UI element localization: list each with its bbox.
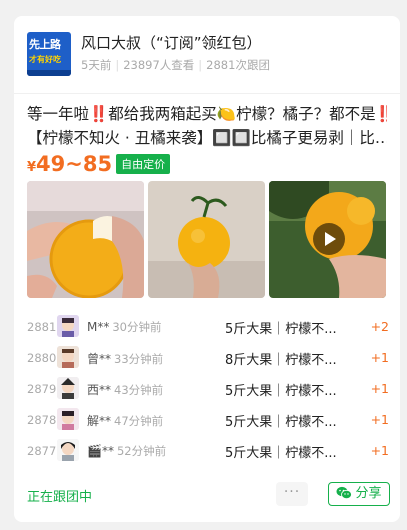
order-product: 5斤大果｜柠檬不... [225, 446, 337, 461]
order-time: 30分钟前 [112, 320, 162, 334]
user-name: 曾** [87, 352, 112, 366]
price-row: ¥49~85 自由定价 [27, 152, 171, 178]
user-name: 西** [87, 383, 112, 397]
product-image-1[interactable] [27, 181, 144, 298]
more-button[interactable]: ··· [276, 482, 308, 506]
post-title[interactable]: 等一年啦‼️都给我两箱起买🍋柠檬？橘子？都不是‼️ 【柠檬不知火 · 丑橘来袭】… [27, 102, 387, 150]
order-quantity: +1 [370, 412, 389, 427]
post-time: 5天前 [81, 58, 112, 72]
order-list: 2881 M** 30分钟前 5斤大果｜柠檬不... +2 2880 曾** 33分… [27, 313, 389, 468]
order-row[interactable]: 2879 西** 43分钟前 5斤大果｜柠檬不... +1 [27, 375, 389, 406]
order-quantity: +2 [370, 319, 389, 334]
price-range: 49~85 [36, 152, 113, 176]
order-quantity: +1 [370, 443, 389, 458]
order-row[interactable]: 2878 解** 47分钟前 5斤大果｜柠檬不... +1 [27, 406, 389, 437]
order-row[interactable]: 2881 M** 30分钟前 5斤大果｜柠檬不... +2 [27, 313, 389, 344]
order-time: 33分钟前 [114, 352, 164, 366]
order-number: 2878 [27, 413, 57, 427]
avatar-text-top: 先上路 [29, 38, 61, 51]
order-number: 2877 [27, 444, 57, 458]
order-time: 52分钟前 [116, 444, 167, 458]
order-row[interactable]: 2880 曾** 33分钟前 8斤大果｜柠檬不... +1 [27, 344, 389, 375]
author-avatar[interactable]: 先上路 才有好吃 [27, 32, 71, 76]
post-header: 先上路 才有好吃 风口大叔（“订阅”领红包） 5天前 | 23897人查看 | 2881… [27, 32, 390, 80]
author-name[interactable]: 风口大叔（“订阅”领红包） [81, 32, 262, 53]
order-product: 8斤大果｜柠檬不... [225, 353, 337, 368]
title-line-2: 【柠檬不知火 · 丑橘来袭】🔲🔲比橘子更易剥｜比… [27, 129, 387, 147]
follow-count: 2881次跟团 [206, 58, 270, 72]
avatar-text-bottom: 才有好吃 [29, 55, 61, 64]
order-time: 43分钟前 [114, 383, 164, 397]
title-line-1: 等一年啦‼️都给我两箱起买🍋柠檬？橘子？都不是‼️ [27, 105, 387, 123]
price-symbol: ¥ [27, 160, 37, 175]
product-image-2[interactable] [148, 181, 265, 298]
product-images [27, 181, 387, 298]
card-footer: 正在跟团中 ··· 分享 [27, 482, 390, 510]
share-label: 分享 [355, 486, 382, 501]
post-meta: 5天前 | 23897人查看 | 2881次跟团 [81, 58, 270, 72]
user-avatar [57, 377, 79, 399]
user-avatar [57, 439, 79, 461]
avatar-stripe [27, 70, 71, 76]
group-status: 正在跟团中 [27, 490, 93, 505]
share-button[interactable]: 分享 [328, 482, 390, 506]
view-count: 23897人查看 [123, 58, 195, 72]
order-quantity: +1 [370, 381, 389, 396]
wechat-icon [336, 486, 353, 500]
order-product: 5斤大果｜柠檬不... [225, 415, 337, 430]
order-product: 5斤大果｜柠檬不... [225, 322, 337, 337]
user-avatar [57, 408, 79, 430]
order-time: 47分钟前 [114, 414, 164, 428]
user-avatar [57, 315, 79, 337]
price-tag: 自由定价 [116, 154, 171, 174]
order-number: 2879 [27, 382, 57, 396]
user-avatar [57, 346, 79, 368]
user-name: M** [87, 320, 110, 334]
order-number: 2880 [27, 351, 57, 365]
group-buy-card[interactable]: 先上路 才有好吃 风口大叔（“订阅”领红包） 5天前 | 23897人查看 | 2881… [14, 16, 400, 522]
order-row[interactable]: 2877 🎬** 52分钟前 5斤大果｜柠檬不... +1 [27, 437, 389, 468]
user-name: 解** [87, 414, 112, 428]
play-icon[interactable] [313, 223, 345, 255]
order-product: 5斤大果｜柠檬不... [225, 384, 337, 399]
product-video[interactable] [269, 181, 386, 298]
header-divider [14, 93, 400, 94]
order-quantity: +1 [370, 350, 389, 365]
order-number: 2881 [27, 320, 57, 334]
user-name: 🎬** [87, 444, 114, 458]
